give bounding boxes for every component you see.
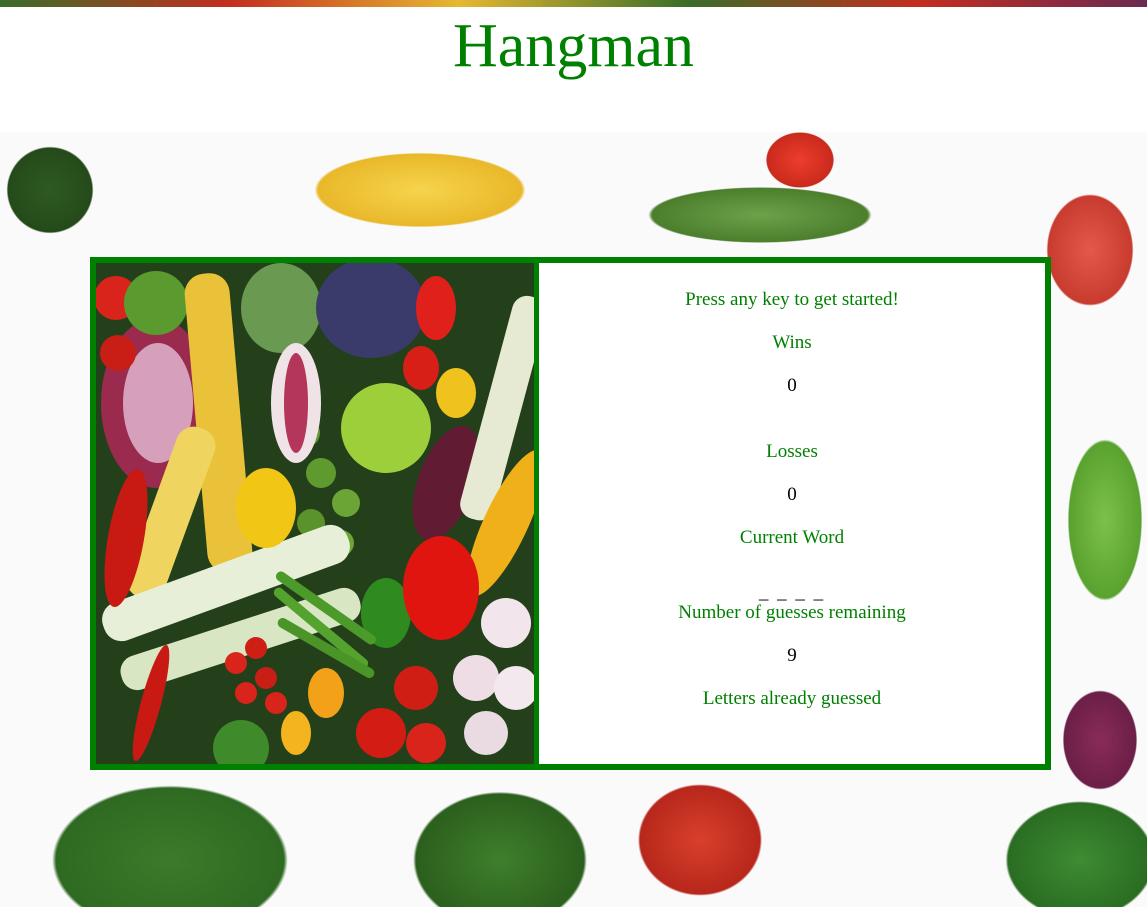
letters-guessed-label: Letters already guessed [702,688,882,709]
current-word-label: Current Word [739,527,845,548]
page-title: Hangman [452,12,695,80]
game-info: Press any key to get started! Wins 0 Los… [539,263,1045,764]
wins-count: 0 [787,375,797,396]
losses-label: Losses [766,441,818,462]
start-prompt: Press any key to get started! [685,289,899,310]
page-header: Hangman [0,7,1147,132]
wins-label: Wins [772,332,812,353]
vegetables-illustration [96,263,534,764]
letters-guessed-list [539,729,1045,772]
current-word: _ _ _ _ [758,582,826,603]
vegetables-image [96,263,539,764]
vegetable-background: Hangman Press any key to get started! Wi… [0,0,1147,907]
vegetable-strip-top [0,0,1147,7]
game-panel: Press any key to get started! Wins 0 Los… [90,257,1051,770]
guesses-remaining-count: 9 [787,645,797,666]
guesses-remaining-label: Number of guesses remaining [678,602,906,623]
losses-count: 0 [787,484,797,505]
